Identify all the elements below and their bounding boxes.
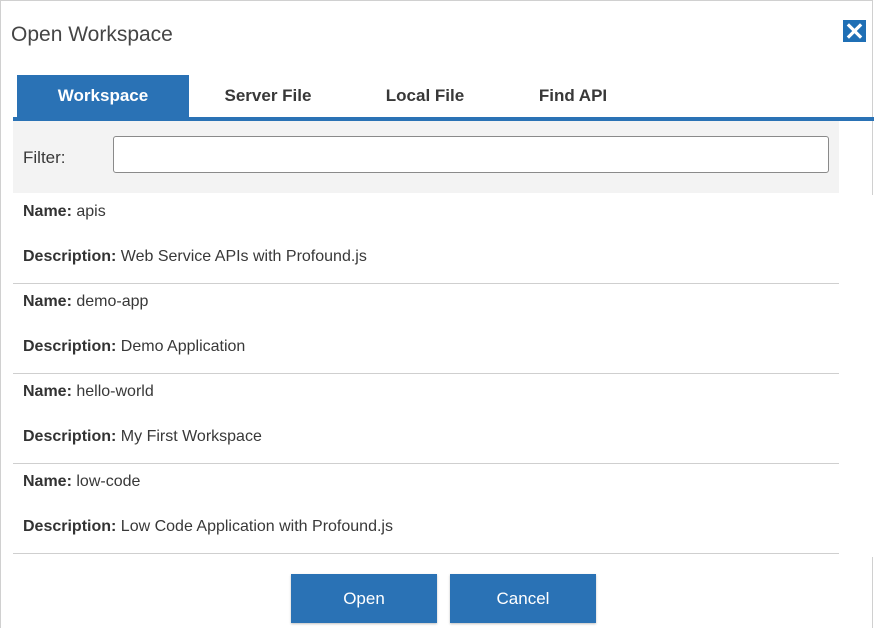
workspace-name-line: Name: hello-world xyxy=(23,381,154,403)
filter-input[interactable] xyxy=(113,136,829,173)
name-key: Name: xyxy=(23,293,72,310)
filter-label: Filter: xyxy=(23,148,66,167)
name-key: Name: xyxy=(23,203,72,220)
tab-bar: Workspace Server File Local File Find AP… xyxy=(13,75,874,117)
workspace-name: hello-world xyxy=(76,383,154,400)
dialog-title: Open Workspace xyxy=(11,23,173,46)
workspace-name: apis xyxy=(76,203,106,220)
list-item-apis[interactable]: Name: apis Description: Web Service APIs… xyxy=(13,195,839,284)
description-key: Description: xyxy=(23,338,117,355)
tab-server-file[interactable]: Server File xyxy=(203,75,333,117)
workspace-description-line: Description: My First Workspace xyxy=(23,426,262,448)
description-key: Description: xyxy=(23,248,117,265)
filter-bar: Filter: xyxy=(13,121,839,193)
workspace-name-line: Name: apis xyxy=(23,201,106,223)
list-item-hello-world[interactable]: Name: hello-world Description: My First … xyxy=(13,375,839,464)
workspace-name: low-code xyxy=(76,473,141,490)
workspace-description-line: Description: Demo Application xyxy=(23,336,245,358)
workspace-description: Low Code Application with Profound.js xyxy=(120,518,393,535)
workspace-description-line: Description: Web Service APIs with Profo… xyxy=(23,246,367,268)
workspace-name: demo-app xyxy=(76,293,149,310)
workspace-description: My First Workspace xyxy=(120,428,262,445)
name-key: Name: xyxy=(23,383,72,400)
description-key: Description: xyxy=(23,428,117,445)
list-scroll-area xyxy=(839,195,874,557)
tab-find-api[interactable]: Find API xyxy=(523,75,623,117)
cancel-button[interactable]: Cancel xyxy=(450,574,596,623)
close-button[interactable] xyxy=(843,20,866,42)
workspace-description: Web Service APIs with Profound.js xyxy=(120,248,367,265)
open-workspace-dialog: Open Workspace Workspace Server File Loc… xyxy=(0,0,874,628)
tab-workspace[interactable]: Workspace xyxy=(17,75,189,117)
open-button[interactable]: Open xyxy=(291,574,437,623)
workspace-name-line: Name: demo-app xyxy=(23,291,148,313)
workspace-name-line: Name: low-code xyxy=(23,471,140,493)
name-key: Name: xyxy=(23,473,72,490)
workspace-description-line: Description: Low Code Application with P… xyxy=(23,516,393,538)
workspace-list: Name: apis Description: Web Service APIs… xyxy=(13,195,839,557)
close-icon xyxy=(843,20,866,42)
description-key: Description: xyxy=(23,518,117,535)
list-item-demo-app[interactable]: Name: demo-app Description: Demo Applica… xyxy=(13,285,839,374)
tab-local-file[interactable]: Local File xyxy=(369,75,481,117)
workspace-description: Demo Application xyxy=(120,338,246,355)
list-item-low-code[interactable]: Name: low-code Description: Low Code App… xyxy=(13,465,839,554)
